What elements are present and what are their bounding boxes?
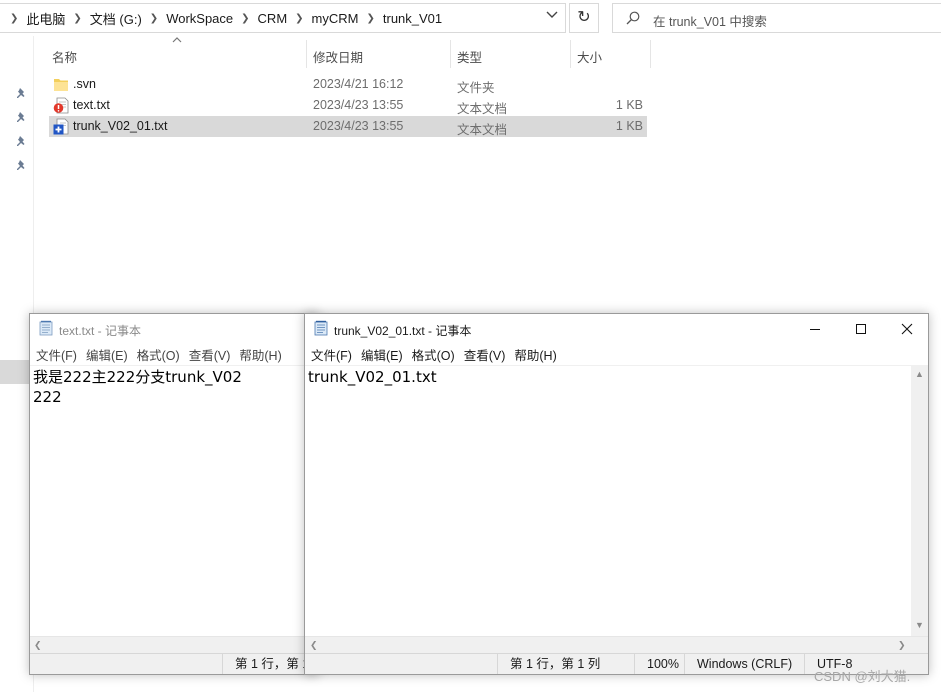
column-divider[interactable] <box>450 40 451 68</box>
scroll-left-icon[interactable]: ❮ <box>310 640 318 651</box>
chevron-right-icon[interactable]: ❯ <box>295 13 303 24</box>
menu-bar: 文件(F) 编辑(E) 格式(O) 查看(V) 帮助(H) <box>305 344 928 364</box>
maximize-icon <box>856 324 866 334</box>
chevron-right-icon[interactable]: ❯ <box>73 13 81 24</box>
watermark: CSDN @刘大猫. <box>814 669 911 684</box>
menu-help[interactable]: 帮助(H) <box>239 345 281 364</box>
chevron-right-icon: ❯ <box>10 12 19 24</box>
svn-conflict-file-icon <box>53 97 69 114</box>
breadcrumb: ❯ 此电脑 ❯ 文档 (G:) ❯ WorkSpace ❯ CRM ❯ myCR… <box>8 4 442 32</box>
column-divider[interactable] <box>306 40 307 68</box>
file-size: 1 KB <box>615 119 643 133</box>
minimize-button[interactable] <box>792 314 838 344</box>
breadcrumb-item-workspace[interactable]: WorkSpace <box>166 11 233 26</box>
column-header-size[interactable]: 大小 <box>577 47 602 66</box>
column-header: 名称 修改日期 类型 大小 <box>46 40 651 68</box>
pin-icon[interactable] <box>15 110 29 124</box>
column-divider[interactable] <box>650 40 651 68</box>
column-header-date[interactable]: 修改日期 <box>313 47 363 66</box>
notepad-window-trunk-v02-01[interactable]: trunk_V02_01.txt - 记事本 文件(F) 编辑(E) 格式(O)… <box>304 313 929 675</box>
svn-added-file-icon <box>53 118 69 135</box>
folder-icon <box>54 79 68 91</box>
breadcrumb-item-mycrm[interactable]: myCRM <box>312 11 359 26</box>
column-divider[interactable] <box>570 40 571 68</box>
menu-view[interactable]: 查看(V) <box>464 345 506 364</box>
title-bar[interactable]: trunk_V02_01.txt - 记事本 <box>305 314 928 344</box>
notepad-icon <box>314 320 328 336</box>
file-row-text-txt[interactable]: text.txt 2023/4/23 13:55 文本文档 1 KB <box>49 95 647 116</box>
breadcrumb-item-trunk[interactable]: trunk_V01 <box>383 11 442 26</box>
close-button[interactable] <box>884 314 928 344</box>
notepad-icon <box>39 320 53 336</box>
menu-edit[interactable]: 编辑(E) <box>361 345 403 364</box>
search-placeholder: 在 trunk_V01 中搜索 <box>653 15 767 29</box>
menu-edit[interactable]: 编辑(E) <box>86 345 128 364</box>
notepad-window-text-txt[interactable]: text.txt - 记事本 文件(F) 编辑(E) 格式(O) 查看(V) 帮… <box>29 313 319 675</box>
menu-view[interactable]: 查看(V) <box>189 345 231 364</box>
address-history-dropdown[interactable] <box>542 10 562 28</box>
search-icon <box>626 11 640 25</box>
menu-help[interactable]: 帮助(H) <box>514 345 556 364</box>
pin-icon[interactable] <box>15 86 29 100</box>
scroll-up-icon[interactable]: ▲ <box>915 369 924 379</box>
scroll-left-icon[interactable]: ❮ <box>34 640 42 651</box>
status-bar: 第 1 行，第 1 列 <box>30 653 318 674</box>
horizontal-scrollbar[interactable]: ❮ <box>30 636 318 653</box>
status-line-ending: Windows (CRLF) <box>684 654 792 674</box>
file-row-trunk-v02-01[interactable]: trunk_V02_01.txt 2023/4/23 13:55 文本文档 1 … <box>49 116 647 137</box>
text-editor[interactable]: 我是222主222分支trunk_V02 222 <box>30 365 318 637</box>
chevron-right-icon[interactable]: ❯ <box>241 13 249 24</box>
chevron-right-icon[interactable]: ❯ <box>366 13 374 24</box>
chevron-right-icon[interactable]: ❯ <box>150 13 158 24</box>
horizontal-scrollbar[interactable]: ❮ ❯ <box>305 636 928 653</box>
scroll-down-icon[interactable]: ▼ <box>915 620 924 630</box>
menu-bar: 文件(F) 编辑(E) 格式(O) 查看(V) 帮助(H) <box>30 344 318 364</box>
breadcrumb-item-this-pc[interactable]: 此电脑 <box>26 9 65 28</box>
file-type: 文本文档 <box>457 123 508 137</box>
minimize-icon <box>810 329 820 330</box>
status-zoom: 100% <box>634 654 679 674</box>
file-date: 2023/4/23 13:55 <box>313 119 404 133</box>
file-row-svn[interactable]: .svn 2023/4/21 16:12 文件夹 <box>49 74 647 95</box>
window-title: text.txt - 记事本 <box>59 324 142 338</box>
file-type: 文件夹 <box>457 81 495 95</box>
text-editor[interactable]: trunk_V02_01.txt <box>305 365 911 636</box>
window-title: trunk_V02_01.txt - 记事本 <box>334 324 472 338</box>
menu-file[interactable]: 文件(F) <box>311 345 352 364</box>
file-date: 2023/4/23 13:55 <box>313 98 404 112</box>
title-bar[interactable]: text.txt - 记事本 <box>30 314 318 344</box>
file-size: 1 KB <box>615 98 643 112</box>
maximize-button[interactable] <box>838 314 884 344</box>
pin-icon[interactable] <box>15 158 29 172</box>
file-name: trunk_V02_01.txt <box>73 119 168 133</box>
breadcrumb-item-drive[interactable]: 文档 (G:) <box>90 9 142 28</box>
breadcrumb-item-crm[interactable]: CRM <box>258 11 288 26</box>
refresh-button[interactable]: ↻ <box>569 3 599 33</box>
menu-format[interactable]: 格式(O) <box>137 345 180 364</box>
column-header-name[interactable]: 名称 <box>52 47 77 66</box>
close-icon <box>901 323 913 335</box>
vertical-scrollbar[interactable]: ▲ ▼ <box>911 365 928 636</box>
file-date: 2023/4/21 16:12 <box>313 77 404 91</box>
file-type: 文本文档 <box>457 102 508 116</box>
refresh-icon: ↻ <box>577 9 591 26</box>
search-box[interactable]: 在 trunk_V01 中搜索 <box>612 3 941 33</box>
address-bar[interactable]: ❯ 此电脑 ❯ 文档 (G:) ❯ WorkSpace ❯ CRM ❯ myCR… <box>0 3 566 33</box>
menu-format[interactable]: 格式(O) <box>412 345 455 364</box>
file-name: .svn <box>73 77 96 91</box>
chevron-down-icon <box>546 11 558 18</box>
file-name: text.txt <box>73 98 110 112</box>
column-header-type[interactable]: 类型 <box>457 47 482 66</box>
selection-highlight-fragment <box>0 360 30 384</box>
scroll-right-icon[interactable]: ❯ <box>898 640 906 651</box>
status-cursor-position: 第 1 行，第 1 列 <box>497 654 600 674</box>
pin-icon[interactable] <box>15 134 29 148</box>
menu-file[interactable]: 文件(F) <box>36 345 77 364</box>
